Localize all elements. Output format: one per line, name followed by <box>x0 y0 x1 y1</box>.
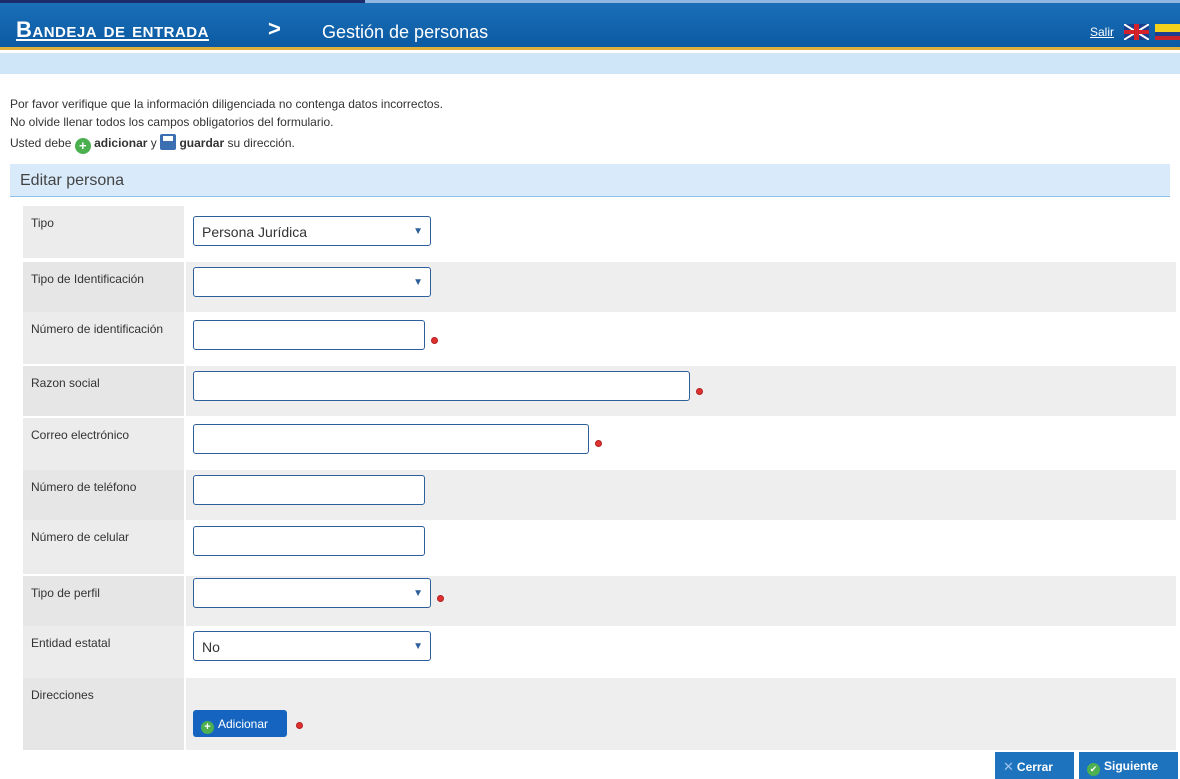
instruction-suffix: su dirección. <box>227 136 295 150</box>
header-subbar <box>0 53 1180 74</box>
instruction-line-1: Por favor verifique que la información d… <box>10 97 443 111</box>
check-icon: ✔ <box>1087 763 1100 776</box>
entidad-estatal-select-value: No <box>202 639 220 655</box>
tipo-select[interactable]: Persona Jurídica ▼ <box>193 216 431 246</box>
close-button-label: Cerrar <box>1016 760 1053 774</box>
chevron-down-icon: ▼ <box>413 277 423 288</box>
required-indicator <box>437 595 444 602</box>
required-indicator <box>595 440 602 447</box>
razon-social-label: Razon social <box>23 366 186 416</box>
next-button[interactable]: ✔ Siguiente <box>1079 752 1178 779</box>
correo-input[interactable] <box>193 424 589 454</box>
chevron-down-icon: ▼ <box>413 641 423 652</box>
header-bar: Bandeja de entrada > Gestión de personas… <box>0 0 1180 50</box>
tipo-label: Tipo <box>23 206 186 258</box>
header-accent-line <box>0 0 365 3</box>
logout-link[interactable]: Salir <box>1090 25 1114 39</box>
next-button-label: Siguiente <box>1104 759 1159 773</box>
tipo-identificacion-label: Tipo de Identificación <box>23 262 186 312</box>
section-title: Editar persona <box>10 164 1170 197</box>
instruction-and: y <box>150 136 157 150</box>
numero-identificacion-label: Número de identificación <box>23 312 186 364</box>
required-indicator <box>431 337 438 344</box>
save-disk-icon <box>160 134 177 150</box>
colombia-flag-icon[interactable] <box>1155 24 1180 40</box>
celular-label: Número de celular <box>23 520 186 574</box>
entidad-estatal-label: Entidad estatal <box>23 626 186 678</box>
instruction-save-word: guardar <box>179 136 225 150</box>
numero-identificacion-input[interactable] <box>193 320 425 350</box>
telefono-input[interactable] <box>193 475 425 505</box>
add-address-button-label: Adicionar <box>218 717 269 731</box>
breadcrumb-separator: > <box>268 16 281 41</box>
telefono-label: Número de teléfono <box>23 470 186 520</box>
tipo-perfil-label: Tipo de perfil <box>23 576 186 626</box>
page-title: Gestión de personas <box>322 22 489 42</box>
breadcrumb-home-link[interactable]: Bandeja de entrada <box>16 17 209 43</box>
add-address-button[interactable]: + Adicionar <box>193 710 287 737</box>
required-indicator <box>696 388 703 395</box>
celular-input[interactable] <box>193 526 425 556</box>
tipo-perfil-select[interactable]: ▼ <box>193 578 431 608</box>
add-icon: + <box>201 721 214 734</box>
instruction-add-word: adicionar <box>94 136 148 150</box>
chevron-down-icon: ▼ <box>413 226 423 237</box>
chevron-down-icon: ▼ <box>413 588 423 599</box>
entidad-estatal-select[interactable]: No ▼ <box>193 631 431 661</box>
instruction-line-2: No olvide llenar todos los campos obliga… <box>10 115 334 129</box>
correo-label: Correo electrónico <box>23 418 186 470</box>
direcciones-label: Direcciones <box>23 678 186 750</box>
razon-social-input[interactable] <box>193 371 690 401</box>
required-indicator <box>296 722 303 729</box>
close-button[interactable]: ✕ Cerrar <box>995 752 1074 779</box>
english-flag-icon[interactable] <box>1124 24 1149 40</box>
close-icon: ✕ <box>1003 759 1014 774</box>
instruction-prefix: Usted debe <box>10 136 72 150</box>
tipo-select-value: Persona Jurídica <box>202 224 308 240</box>
tipo-identificacion-select[interactable]: ▼ <box>193 267 431 297</box>
instruction-line-3: Usted debe + adicionar y guardar su dire… <box>10 134 295 154</box>
add-icon: + <box>74 138 91 154</box>
